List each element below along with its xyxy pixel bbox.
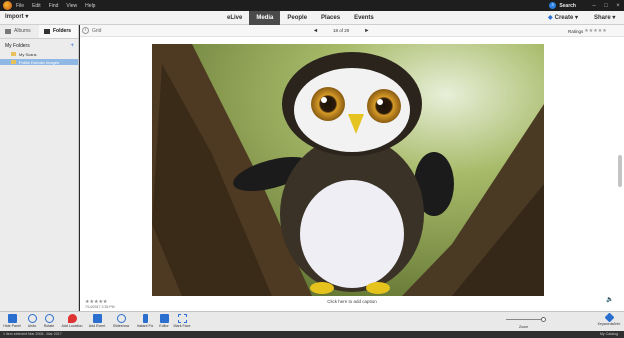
ratings-filter[interactable]: Ratings ★★★★★ bbox=[568, 28, 607, 34]
share-button[interactable]: Share ▾ bbox=[594, 14, 615, 21]
rating-stars[interactable]: ★★★★★ bbox=[584, 28, 606, 34]
minimize-button[interactable]: – bbox=[588, 3, 600, 9]
rotate-icon bbox=[44, 314, 54, 323]
slideshow-icon bbox=[116, 314, 126, 323]
mark-face-icon bbox=[177, 314, 187, 323]
folder-item-public-domain-images[interactable]: Public Domain Images bbox=[0, 59, 78, 65]
photo-preview[interactable] bbox=[152, 44, 544, 296]
tab-folders[interactable]: Folders bbox=[39, 25, 78, 38]
view-toolbar: ‹ Grid ◂ 18 of 20 ▸ Ratings ★★★★★ bbox=[80, 25, 624, 37]
scrollbar-thumb[interactable] bbox=[618, 155, 622, 187]
nav-tabs: eLive Media People Places Events bbox=[220, 11, 381, 25]
create-button[interactable]: ◆ Create ▾ bbox=[548, 14, 578, 21]
instant-fix-icon bbox=[142, 314, 148, 323]
create-icon: ◆ bbox=[548, 15, 553, 21]
back-icon[interactable]: ‹ bbox=[82, 27, 89, 34]
keywords-info-button[interactable]: Keywords/Info bbox=[596, 312, 622, 326]
menu-find[interactable]: Find bbox=[49, 3, 59, 9]
tab-media[interactable]: Media bbox=[249, 11, 281, 25]
next-icon[interactable]: ▸ bbox=[365, 27, 368, 34]
slideshow-button[interactable]: Slideshow bbox=[109, 314, 133, 328]
rotate-button[interactable]: Rotate bbox=[37, 314, 61, 328]
status-text: 1 item selected Mar 2008 - Mar 2017 bbox=[3, 332, 62, 336]
app-logo-icon bbox=[3, 1, 12, 10]
previous-icon[interactable]: ◂ bbox=[314, 27, 317, 34]
caption-field[interactable]: Click here to add caption bbox=[80, 299, 624, 304]
zoom-slider-handle[interactable] bbox=[541, 317, 546, 322]
folder-icon bbox=[11, 52, 16, 56]
pager-text: 18 of 20 bbox=[333, 28, 350, 33]
menu-help[interactable]: Help bbox=[85, 3, 95, 9]
maximize-button[interactable]: □ bbox=[600, 3, 612, 9]
menu-file[interactable]: File bbox=[16, 3, 24, 9]
folder-icon bbox=[11, 60, 16, 64]
search-label: Search bbox=[559, 2, 576, 9]
main-view: ‹ Grid ◂ 18 of 20 ▸ Ratings ★★★★★ ★★★★★ … bbox=[80, 25, 624, 311]
top-nav: Import ▾ eLive Media People Places Event… bbox=[0, 11, 624, 25]
photo-date: 7/14/2017 2:33 PM bbox=[85, 305, 115, 309]
panel-tabs: Albums Folders bbox=[0, 25, 78, 39]
menu-view[interactable]: View bbox=[66, 3, 77, 9]
editor-icon bbox=[159, 314, 169, 323]
tag-icon bbox=[604, 312, 614, 323]
folders-section-title: My Folders bbox=[5, 43, 30, 49]
zoom-slider-track[interactable] bbox=[506, 319, 544, 320]
menu-edit[interactable]: Edit bbox=[32, 3, 41, 9]
close-button[interactable]: × bbox=[612, 3, 624, 9]
undo-icon bbox=[27, 314, 37, 323]
search-button[interactable]: ⌕ Search bbox=[549, 2, 576, 9]
tab-elive[interactable]: eLive bbox=[220, 11, 249, 25]
add-event-button[interactable]: Add Event bbox=[85, 314, 109, 328]
folders-section-header: My Folders + bbox=[0, 39, 78, 49]
pager: ◂ 18 of 20 ▸ bbox=[314, 27, 368, 34]
tab-people[interactable]: People bbox=[280, 11, 314, 25]
import-button[interactable]: Import ▾ bbox=[5, 13, 28, 20]
ratings-label: Ratings bbox=[568, 28, 584, 34]
mark-face-button[interactable]: Mark Face bbox=[170, 314, 194, 328]
catalog-name[interactable]: My Catalog bbox=[600, 331, 618, 338]
search-icon: ⌕ bbox=[549, 2, 557, 9]
albums-icon bbox=[5, 29, 11, 34]
folder-item-my-scans[interactable]: My Scans bbox=[0, 51, 78, 57]
grid-link[interactable]: Grid bbox=[92, 28, 101, 34]
left-panel: Albums Folders My Folders + My Scans Pub… bbox=[0, 25, 79, 311]
status-bar: 1 item selected Mar 2008 - Mar 2017 My C… bbox=[0, 331, 624, 338]
zoom-label: Zoom bbox=[519, 325, 529, 329]
tab-albums[interactable]: Albums bbox=[0, 25, 39, 38]
audio-icon[interactable]: 🔈 bbox=[606, 296, 613, 303]
menu-bar: File Edit Find View Help ⌕ Search – □ × bbox=[0, 0, 624, 11]
hide-panel-icon bbox=[7, 314, 17, 323]
location-pin-icon bbox=[67, 314, 77, 323]
add-folder-icon[interactable]: + bbox=[70, 43, 74, 49]
bottom-toolbar: Hide Panel Undo Rotate Add Location Add … bbox=[0, 311, 624, 331]
event-icon bbox=[92, 314, 102, 323]
tab-places[interactable]: Places bbox=[314, 11, 347, 25]
add-location-button[interactable]: Add Location bbox=[60, 314, 84, 328]
folders-icon bbox=[44, 29, 50, 34]
owl-photo bbox=[152, 44, 544, 296]
tab-events[interactable]: Events bbox=[347, 11, 381, 25]
